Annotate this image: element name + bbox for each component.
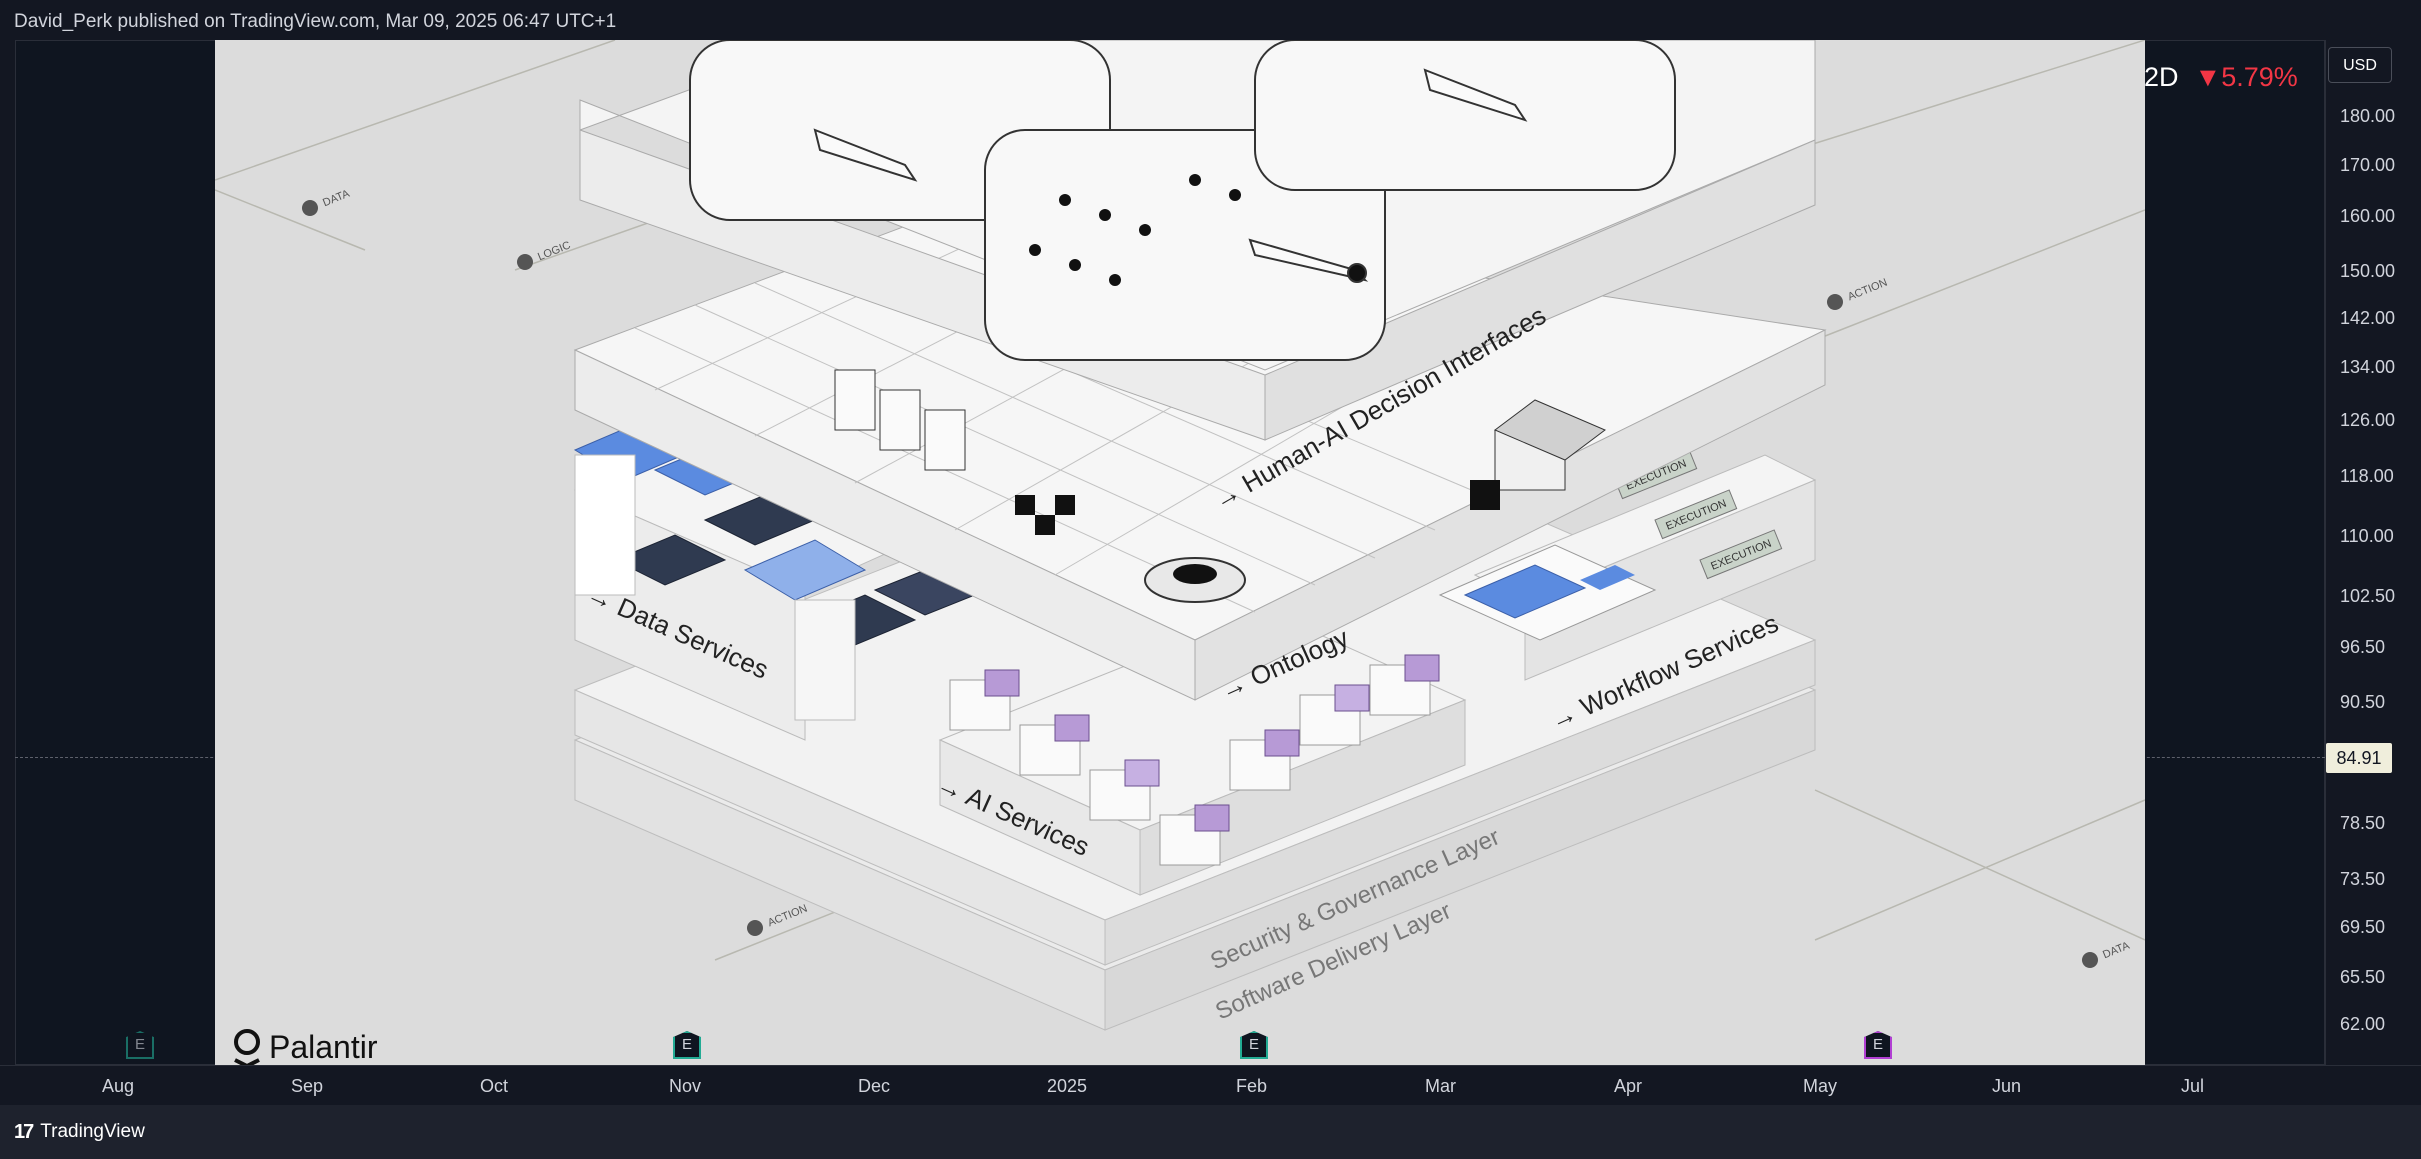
currency-button[interactable]: USD — [2328, 47, 2392, 83]
time-tick: 2025 — [1047, 1076, 1088, 1096]
change-readout: 2D ▼5.79% — [2144, 62, 2298, 92]
price-tick: 134.00 — [2340, 357, 2396, 378]
price-tick: 102.50 — [2340, 585, 2396, 606]
tradingview-logo[interactable]: 17 TradingView — [14, 1120, 145, 1144]
price-tick: 73.50 — [2340, 869, 2386, 890]
price-tick: 160.00 — [2340, 206, 2396, 227]
time-axis[interactable] — [0, 1065, 2421, 1105]
price-tick: 90.50 — [2340, 691, 2386, 712]
time-tick: Mar — [1425, 1076, 1456, 1096]
price-tick: 110.00 — [2340, 525, 2394, 546]
last-price-tag: 84.91 — [2326, 743, 2392, 773]
price-tick: 62.00 — [2340, 1014, 2386, 1034]
time-tick: Feb — [1236, 1076, 1268, 1096]
platform-diagram: DATA LOGIC ACTION ACTION DATA Security &… — [215, 40, 2145, 1065]
time-tick: Jul — [2181, 1076, 2205, 1096]
price-tick: 180.00 — [2340, 106, 2396, 126]
time-tick: Jun — [1992, 1076, 2022, 1096]
svg-text:Palantir: Palantir — [269, 1029, 378, 1065]
time-tick: Dec — [858, 1076, 891, 1096]
time-tick: Nov — [669, 1076, 702, 1096]
change-prefix: 2D — [2144, 62, 2179, 92]
time-tick: Oct — [480, 1076, 509, 1096]
price-tick: 69.50 — [2340, 916, 2386, 937]
palantir-architecture-image: DATA LOGIC ACTION ACTION DATA Security &… — [215, 40, 2145, 1065]
time-tick: Aug — [102, 1076, 135, 1096]
footer-bar — [0, 1105, 2421, 1159]
price-tick: 142.00 — [2340, 308, 2396, 329]
price-tick: 170.00 — [2340, 154, 2396, 175]
publish-header: David_Perk published on TradingView.com,… — [0, 0, 2421, 40]
price-axis[interactable] — [2325, 40, 2421, 1065]
price-tick: 150.00 — [2340, 261, 2396, 282]
change-percent: ▼5.79% — [2194, 62, 2298, 92]
price-tick: 96.50 — [2340, 637, 2386, 658]
time-tick: Apr — [1614, 1076, 1643, 1096]
tradingview-brand: TradingView — [40, 1121, 145, 1142]
time-tick: May — [1803, 1076, 1838, 1096]
palantir-logo: Palantir — [234, 1029, 378, 1065]
price-tick: 118.00 — [2340, 465, 2394, 486]
publish-line: David_Perk published on TradingView.com,… — [14, 11, 617, 32]
price-tick: 65.50 — [2340, 967, 2386, 988]
price-tick: 78.50 — [2340, 812, 2386, 833]
price-tick: 126.00 — [2340, 409, 2396, 430]
tradingview-mark-icon: 17 — [14, 1121, 34, 1143]
time-tick: Sep — [291, 1076, 324, 1096]
